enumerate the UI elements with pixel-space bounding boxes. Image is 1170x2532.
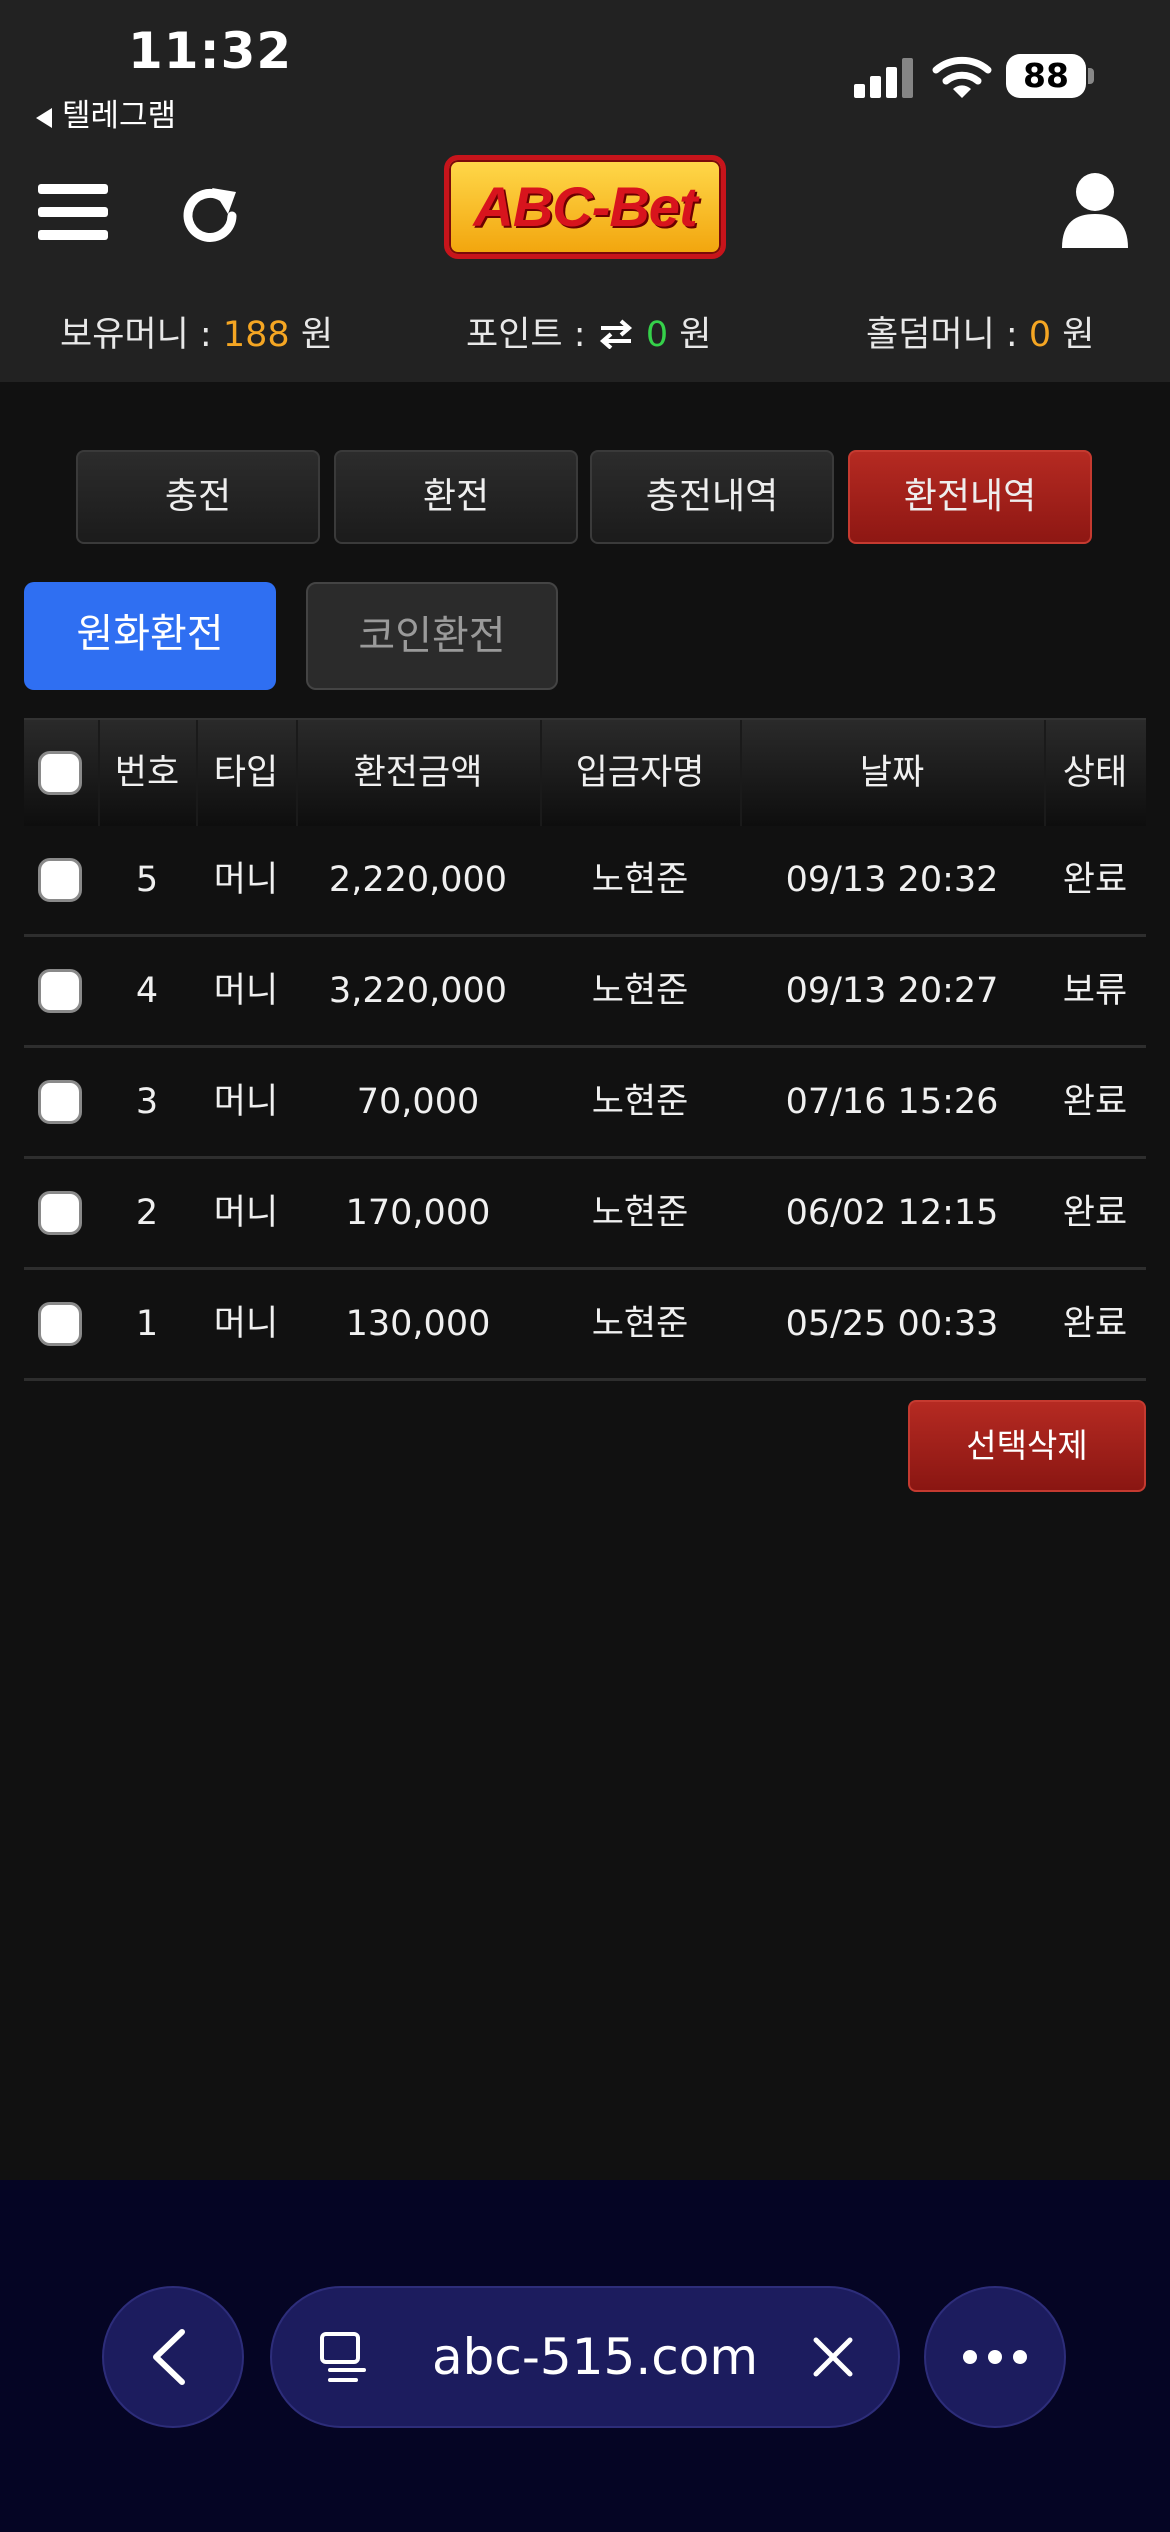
header-amount: 환전금액	[353, 753, 483, 793]
cell-amount: 70,000	[356, 1082, 480, 1122]
table-row: 4 머니 3,220,000 노현준 09/13 20:27 보류	[24, 937, 1146, 1048]
money-balance: 보유머니 : 188 원	[60, 306, 333, 357]
cell-date: 09/13 20:27	[785, 971, 999, 1011]
wifi-icon	[932, 56, 992, 98]
money-label: 보유머니 :	[60, 315, 212, 355]
tab-exchange-history[interactable]: 환전내역	[848, 450, 1092, 544]
cell-type: 머니	[213, 971, 279, 1011]
row-checkbox[interactable]	[38, 1302, 82, 1346]
cellular-signal-icon	[854, 58, 914, 98]
cell-number: 4	[135, 971, 159, 1011]
holdem-label: 홀덤머니 :	[866, 315, 1018, 355]
header-depositor: 입금자명	[575, 753, 705, 793]
close-icon[interactable]	[808, 2332, 858, 2382]
battery-cap	[1088, 68, 1094, 84]
header-status: 상태	[1062, 753, 1128, 793]
select-all-checkbox[interactable]	[38, 751, 82, 795]
browser-more-button[interactable]	[924, 2286, 1066, 2428]
tab-charge-history[interactable]: 충전내역	[590, 450, 834, 544]
holdem-value: 0	[1028, 315, 1052, 355]
back-to-app-link[interactable]: 텔레그램	[36, 90, 176, 135]
cell-date: 06/02 12:15	[785, 1193, 999, 1233]
row-checkbox[interactable]	[38, 969, 82, 1013]
cell-depositor: 노현준	[591, 1082, 689, 1122]
point-unit: 원	[679, 315, 712, 355]
table-header: 번호 타입 환전금액 입금자명 날짜 상태	[24, 718, 1146, 826]
logo-text: ABC-Bet	[473, 175, 697, 238]
exchange-history-table: 번호 타입 환전금액 입금자명 날짜 상태 5 머니 2,220,000 노현준…	[24, 718, 1146, 1381]
row-checkbox[interactable]	[38, 1080, 82, 1124]
url-text: abc-515.com	[432, 2328, 759, 2386]
back-app-label: 텔레그램	[62, 98, 177, 134]
address-bar[interactable]: abc-515.com	[270, 2286, 900, 2428]
cell-depositor: 노현준	[591, 1193, 689, 1233]
reader-mode-icon[interactable]	[316, 2328, 376, 2388]
cell-status: 완료	[1062, 860, 1128, 900]
money-unit: 원	[300, 315, 334, 355]
holdem-balance: 홀덤머니 : 0 원	[866, 306, 1094, 357]
cell-number: 1	[135, 1304, 159, 1344]
hamburger-menu-icon[interactable]	[38, 180, 108, 244]
exchange-arrows-icon[interactable]	[597, 319, 635, 350]
browser-back-button[interactable]	[102, 2286, 244, 2428]
row-checkbox[interactable]	[38, 1191, 82, 1235]
cell-amount: 130,000	[345, 1304, 491, 1344]
cell-date: 05/25 00:33	[785, 1304, 999, 1344]
cell-amount: 170,000	[345, 1193, 491, 1233]
table-row: 2 머니 170,000 노현준 06/02 12:15 완료	[24, 1159, 1146, 1270]
balance-bar: 보유머니 : 188 원 포인트 : 0 원 홀덤머니 : 0 원	[0, 306, 1170, 366]
cell-status: 완료	[1062, 1304, 1128, 1344]
delete-selected-button[interactable]: 선택삭제	[908, 1400, 1146, 1492]
cell-amount: 3,220,000	[328, 971, 508, 1011]
cell-status: 보류	[1062, 971, 1128, 1011]
site-logo[interactable]: ABC-Bet	[444, 155, 726, 259]
cell-depositor: 노현준	[591, 971, 689, 1011]
cell-number: 3	[135, 1082, 159, 1122]
table-row: 5 머니 2,220,000 노현준 09/13 20:32 완료	[24, 826, 1146, 937]
cell-number: 5	[135, 860, 159, 900]
back-triangle-icon	[36, 107, 52, 128]
more-dots-icon	[963, 2350, 1027, 2364]
cell-date: 09/13 20:32	[785, 860, 999, 900]
cell-type: 머니	[213, 1082, 279, 1122]
refresh-icon[interactable]	[176, 182, 244, 250]
cell-status: 완료	[1062, 1082, 1128, 1122]
cell-type: 머니	[213, 1193, 279, 1233]
tab-exchange[interactable]: 환전	[334, 450, 578, 544]
subtab-coin-exchange[interactable]: 코인환전	[306, 582, 558, 690]
point-value: 0	[645, 315, 669, 355]
chevron-left-icon	[153, 2329, 185, 2385]
cell-depositor: 노현준	[591, 860, 689, 900]
money-value: 188	[222, 315, 290, 355]
battery-indicator: 88	[1006, 54, 1086, 98]
subtab-krw-exchange[interactable]: 원화환전	[24, 582, 276, 690]
holdem-unit: 원	[1062, 315, 1095, 355]
point-label: 포인트 :	[466, 315, 586, 355]
cell-status: 완료	[1062, 1193, 1128, 1233]
cell-amount: 2,220,000	[328, 860, 508, 900]
cell-type: 머니	[213, 860, 279, 900]
cell-number: 2	[135, 1193, 159, 1233]
cell-depositor: 노현준	[591, 1304, 689, 1344]
header-number: 번호	[114, 753, 180, 793]
tab-charge[interactable]: 충전	[76, 450, 320, 544]
row-checkbox[interactable]	[38, 858, 82, 902]
table-row: 3 머니 70,000 노현준 07/16 15:26 완료	[24, 1048, 1146, 1159]
user-profile-icon[interactable]	[1060, 170, 1130, 250]
cell-type: 머니	[213, 1304, 279, 1344]
status-time: 11:32	[128, 22, 293, 80]
point-balance: 포인트 : 0 원	[466, 306, 711, 357]
table-row: 1 머니 130,000 노현준 05/25 00:33 완료	[24, 1270, 1146, 1381]
cell-date: 07/16 15:26	[785, 1082, 999, 1122]
header-date: 날짜	[859, 753, 925, 793]
header-type: 타입	[213, 753, 279, 793]
